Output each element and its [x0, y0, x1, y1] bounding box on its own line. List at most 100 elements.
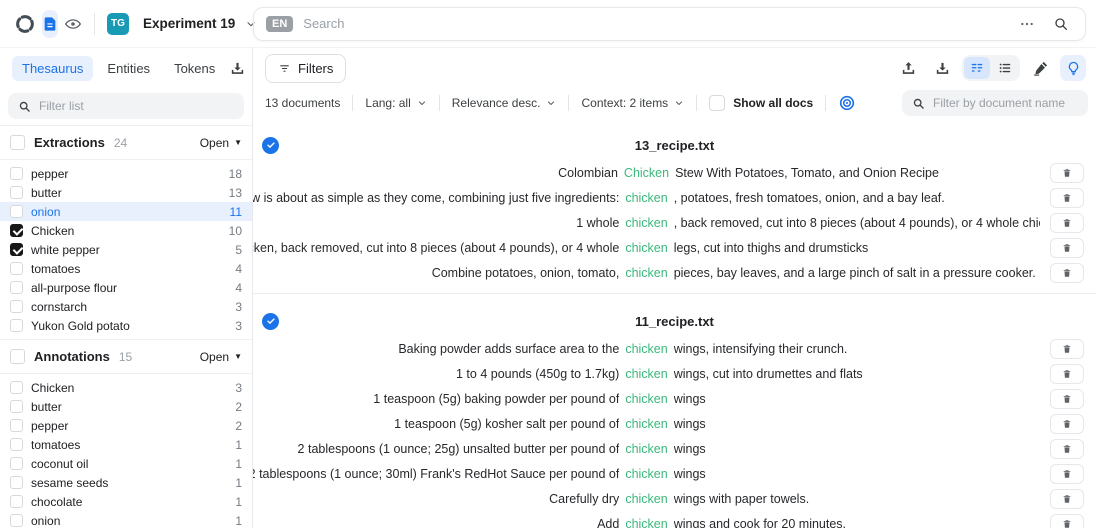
keyword-highlight[interactable]: chicken — [625, 442, 667, 456]
keyword-highlight[interactable]: chicken — [625, 367, 667, 381]
item-checkbox[interactable] — [10, 400, 23, 413]
document-selected-check-icon[interactable] — [262, 137, 279, 154]
item-checkbox[interactable] — [10, 381, 23, 394]
list-item[interactable]: butter 2 — [0, 397, 252, 416]
more-dots-icon[interactable] — [1015, 12, 1039, 36]
doc-filter-box[interactable] — [902, 90, 1088, 116]
delete-line-button[interactable] — [1050, 213, 1084, 233]
list-item[interactable]: white pepper 5 — [0, 240, 252, 259]
delete-line-button[interactable] — [1050, 339, 1084, 359]
keyword-highlight[interactable]: chicken — [625, 216, 667, 230]
extractions-checkbox[interactable] — [10, 135, 25, 150]
delete-line-button[interactable] — [1050, 163, 1084, 183]
context-dropdown[interactable]: Context: 2 items — [581, 96, 684, 110]
delete-line-button[interactable] — [1050, 389, 1084, 409]
list-item[interactable]: coconut oil 1 — [0, 454, 252, 473]
item-checkbox[interactable] — [10, 205, 23, 218]
item-checkbox[interactable] — [10, 281, 23, 294]
delete-line-button[interactable] — [1050, 263, 1084, 283]
list-item[interactable]: chocolate 1 — [0, 492, 252, 511]
list-item[interactable]: onion 11 — [0, 202, 252, 221]
item-checkbox[interactable] — [10, 300, 23, 313]
delete-line-button[interactable] — [1050, 514, 1084, 528]
annotations-open-dropdown[interactable]: Open▼ — [200, 350, 242, 364]
search-icon[interactable] — [1049, 12, 1073, 36]
tab-tokens[interactable]: Tokens — [164, 56, 225, 81]
sort-dropdown[interactable]: Relevance desc. — [452, 96, 557, 110]
delete-line-button[interactable] — [1050, 489, 1084, 509]
delete-line-button[interactable] — [1050, 364, 1084, 384]
highlighter-icon[interactable] — [1026, 54, 1054, 82]
show-all-docs-toggle[interactable]: Show all docs — [709, 95, 813, 111]
delete-line-button[interactable] — [1050, 464, 1084, 484]
list-view-icon[interactable] — [992, 57, 1018, 79]
doc-filter-input[interactable] — [933, 96, 1078, 110]
lightbulb-icon[interactable] — [1060, 55, 1086, 81]
keyword-highlight[interactable]: Chicken — [624, 166, 669, 180]
list-item[interactable]: pepper 18 — [0, 164, 252, 183]
item-checkbox[interactable] — [10, 438, 23, 451]
item-checkbox[interactable] — [10, 186, 23, 199]
item-checkbox[interactable] — [10, 224, 23, 237]
filters-button[interactable]: Filters — [265, 54, 346, 83]
item-count: 4 — [235, 281, 242, 295]
list-item[interactable]: all-purpose flour 4 — [0, 278, 252, 297]
keyword-highlight[interactable]: chicken — [625, 492, 667, 506]
item-checkbox[interactable] — [10, 319, 23, 332]
delete-line-button[interactable] — [1050, 414, 1084, 434]
download-icon[interactable] — [928, 54, 956, 82]
eye-icon[interactable] — [64, 10, 82, 38]
tab-entities[interactable]: Entities — [97, 56, 160, 81]
extractions-open-dropdown[interactable]: Open▼ — [200, 136, 242, 150]
lang-filter-dropdown[interactable]: Lang: all — [365, 96, 426, 110]
section-title: Extractions — [34, 135, 105, 150]
target-icon[interactable] — [838, 94, 856, 112]
global-search-bar[interactable]: EN — [253, 7, 1086, 41]
filter-list-input[interactable] — [39, 99, 234, 113]
list-item[interactable]: tomatoes 1 — [0, 435, 252, 454]
list-item[interactable]: pepper 2 — [0, 416, 252, 435]
list-item[interactable]: Chicken 3 — [0, 378, 252, 397]
list-item[interactable]: Chicken 10 — [0, 221, 252, 240]
delete-line-button[interactable] — [1050, 188, 1084, 208]
global-search-input[interactable] — [303, 16, 1005, 31]
filter-list-box[interactable] — [8, 93, 244, 119]
list-item[interactable]: onion 1 — [0, 511, 252, 528]
document-selected-check-icon[interactable] — [262, 313, 279, 330]
delete-line-button[interactable] — [1050, 238, 1084, 258]
keyword-highlight[interactable]: chicken — [625, 467, 667, 481]
compact-view-icon[interactable] — [964, 57, 990, 79]
keyword-highlight[interactable]: chicken — [625, 517, 667, 528]
keyword-highlight[interactable]: chicken — [625, 342, 667, 356]
list-item[interactable]: sesame seeds 1 — [0, 473, 252, 492]
item-checkbox[interactable] — [10, 476, 23, 489]
keyword-highlight[interactable]: chicken — [625, 392, 667, 406]
show-all-docs-checkbox[interactable] — [709, 95, 725, 111]
keyword-highlight[interactable]: chicken — [625, 241, 667, 255]
list-item[interactable]: cornstarch 3 — [0, 297, 252, 316]
delete-line-button[interactable] — [1050, 439, 1084, 459]
item-checkbox[interactable] — [10, 167, 23, 180]
item-checkbox[interactable] — [10, 495, 23, 508]
logo-ring-icon[interactable] — [14, 10, 36, 38]
keyword-highlight[interactable]: chicken — [625, 417, 667, 431]
tab-thesaurus[interactable]: Thesaurus — [12, 56, 93, 81]
list-item[interactable]: tomatoes 4 — [0, 259, 252, 278]
item-checkbox[interactable] — [10, 419, 23, 432]
upload-icon[interactable] — [894, 54, 922, 82]
item-checkbox[interactable] — [10, 457, 23, 470]
workspace-badge: TG — [107, 13, 129, 35]
keyword-highlight[interactable]: chicken — [625, 266, 667, 280]
document-icon[interactable] — [42, 10, 58, 38]
item-checkbox[interactable] — [10, 243, 23, 256]
document-title: 11_recipe.txt — [635, 314, 714, 329]
keyword-highlight[interactable]: chicken — [625, 191, 667, 205]
download-icon[interactable] — [229, 54, 246, 82]
annotations-checkbox[interactable] — [10, 349, 25, 364]
item-checkbox[interactable] — [10, 262, 23, 275]
list-item[interactable]: Yukon Gold potato 3 — [0, 316, 252, 335]
item-checkbox[interactable] — [10, 514, 23, 527]
list-item[interactable]: butter 13 — [0, 183, 252, 202]
item-count: 5 — [235, 243, 242, 257]
item-count: 4 — [235, 262, 242, 276]
